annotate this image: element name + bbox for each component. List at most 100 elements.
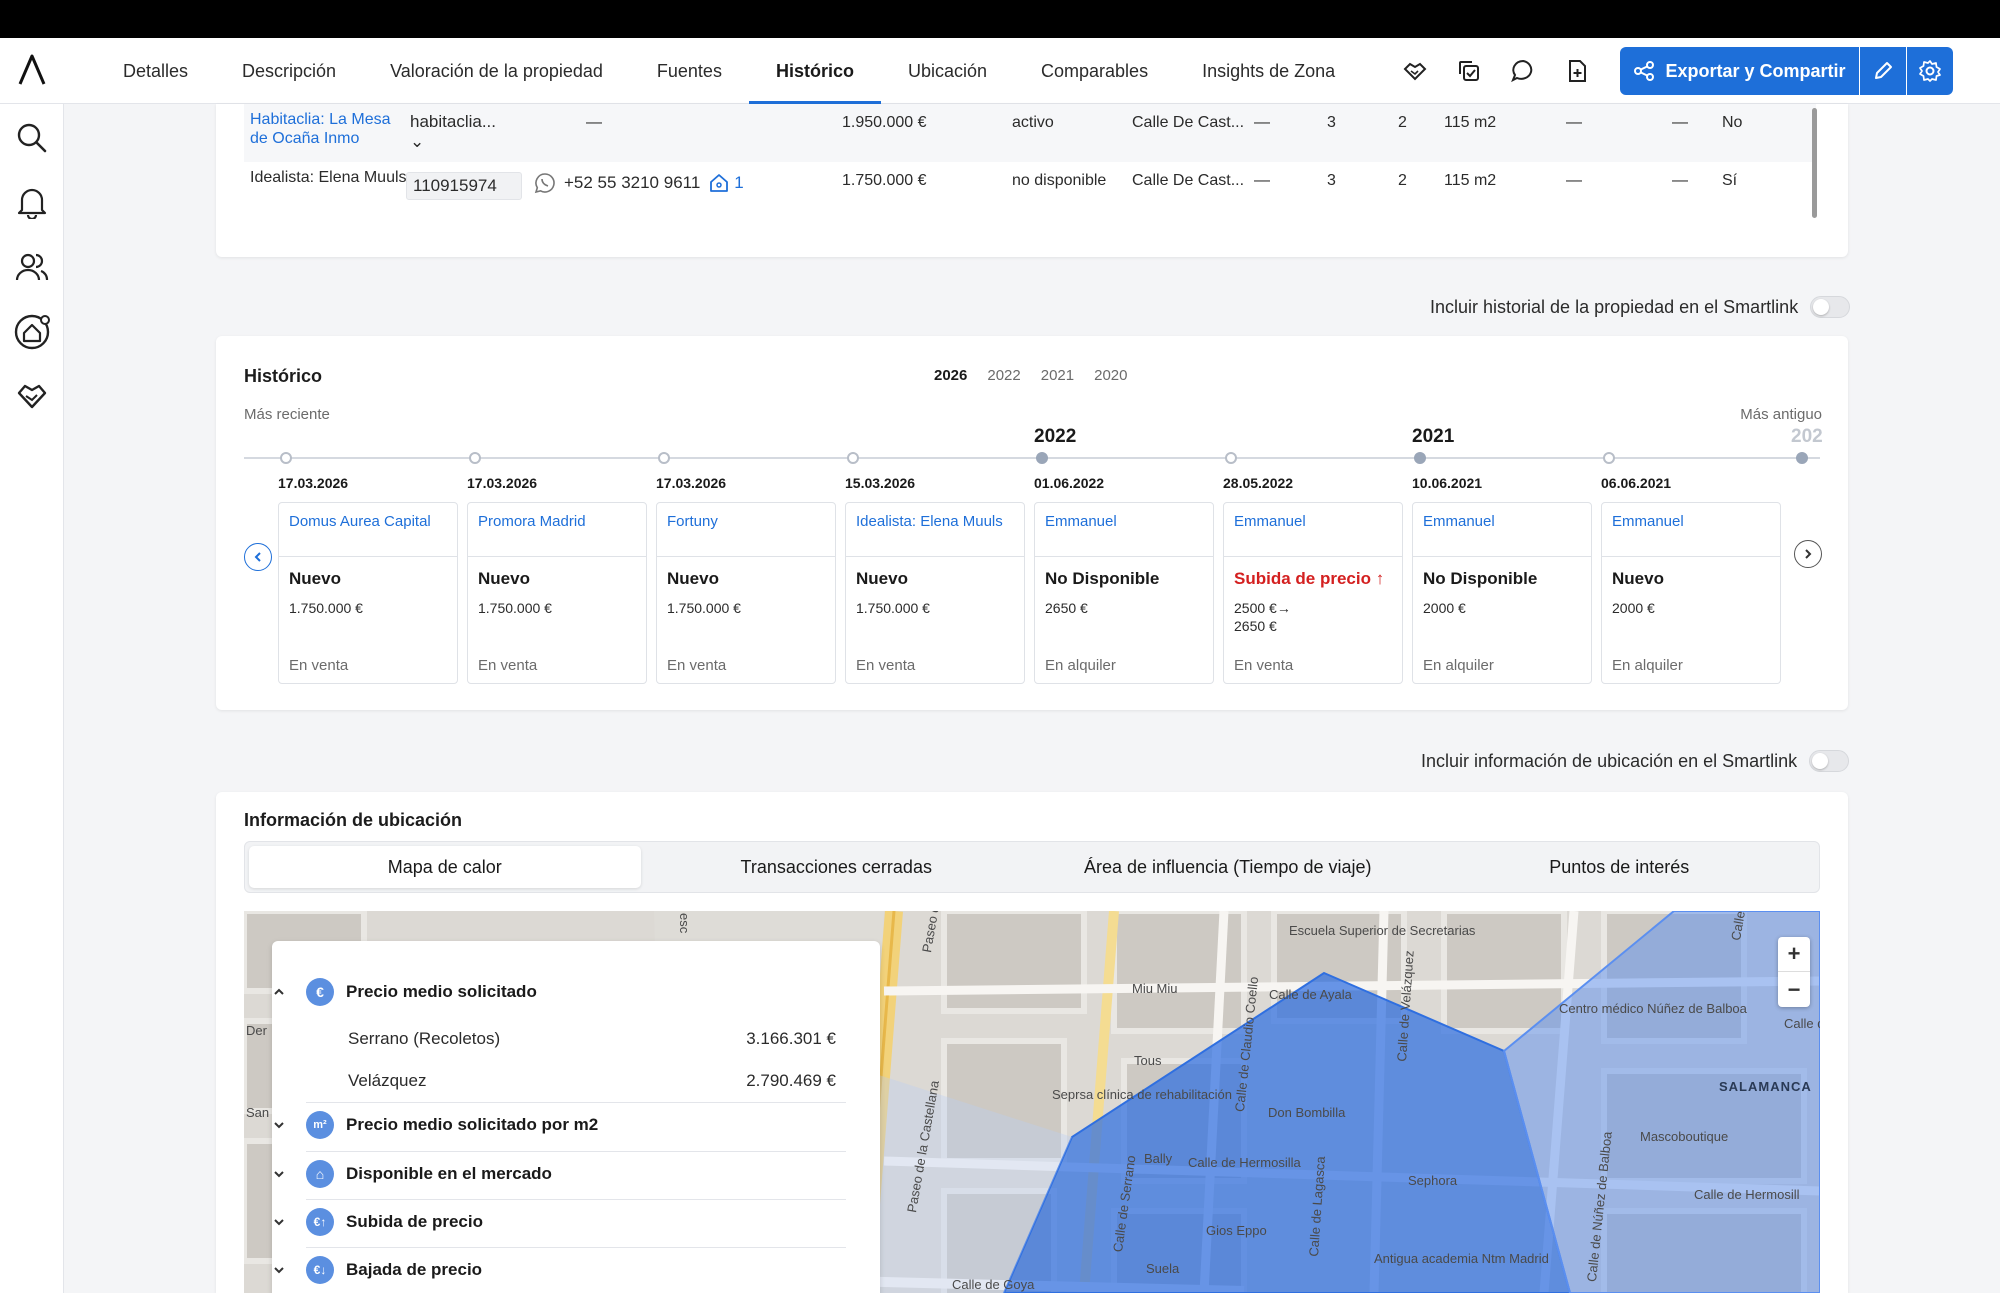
history-event-card[interactable]: Fortuny Nuevo 1.750.000 € En venta (656, 502, 836, 684)
euro-down-icon: €↓ (306, 1256, 334, 1284)
price-decrease-section-header[interactable]: €↓ Bajada de precio (306, 1256, 482, 1284)
whatsapp-icon[interactable] (534, 172, 556, 194)
event-price: 1.750.000 € (667, 599, 741, 617)
copy-check-icon[interactable] (1442, 54, 1496, 88)
divider (306, 1102, 846, 1103)
event-status: Nuevo (1612, 569, 1664, 588)
users-icon[interactable] (12, 247, 52, 287)
history-event-card[interactable]: Domus Aurea Capital Nuevo 1.750.000 € En ve… (278, 502, 458, 684)
event-source-link[interactable]: Fortuny (657, 503, 835, 557)
table-row[interactable]: Idealista: Elena Muuls 110915974 +52 55 … (244, 162, 1816, 224)
handshake-icon[interactable] (12, 376, 52, 416)
event-price-value: 1.750.000 € (856, 600, 930, 616)
linked-properties[interactable]: 1 (708, 172, 744, 194)
source-id-dropdown[interactable]: habitaclia... ⌄ (406, 110, 510, 151)
chevron-down-icon[interactable] (272, 1215, 286, 1229)
chevron-up-icon[interactable] (272, 985, 286, 999)
history-smartlink-toggle[interactable] (1810, 296, 1851, 318)
location-smartlink-toggle[interactable] (1809, 750, 1850, 772)
search-icon[interactable] (12, 118, 52, 158)
export-share-button[interactable]: Exportar y Compartir (1620, 47, 1859, 95)
map-zoom-controls: + − (1778, 937, 1810, 1007)
table-scrollbar[interactable] (1812, 108, 1817, 218)
chevron-down-icon[interactable] (272, 1118, 286, 1132)
map-label-street: esc (677, 913, 692, 934)
year-filter-option[interactable]: 2021 (1041, 367, 1074, 384)
chat-icon[interactable] (1496, 54, 1550, 88)
tab-ubicación[interactable]: Ubicación (881, 38, 1014, 104)
tab-histórico[interactable]: Histórico (748, 38, 881, 104)
event-source-link[interactable]: Emmanuel (1602, 503, 1780, 557)
history-event-card[interactable]: Emmanuel Nuevo 2000 € En alquiler (1601, 502, 1781, 684)
left-sidebar (0, 104, 64, 1293)
event-price-value: 2000 € (1423, 600, 1466, 616)
home-icon (710, 174, 729, 192)
dash-cell: — (1566, 114, 1582, 131)
event-date: 01.06.2022 (1034, 475, 1105, 491)
toolbar-icons (1388, 54, 1604, 88)
map-label-street: Calle d (1784, 1016, 1820, 1031)
bell-icon[interactable] (12, 182, 52, 222)
tab-valoración-de-la-propiedad[interactable]: Valoración de la propiedad (363, 38, 630, 104)
pencil-icon (1875, 62, 1892, 79)
timeline-next-button[interactable] (1794, 540, 1822, 568)
map-label-street: Der (246, 1023, 267, 1038)
file-add-icon[interactable] (1550, 54, 1604, 88)
table-row[interactable]: Habitaclia: La Mesa de Ocaña Inmo habita… (244, 104, 1816, 162)
dash-cell: — (1254, 114, 1270, 131)
history-event-card[interactable]: Promora Madrid Nuevo 1.750.000 € En venta (467, 502, 647, 684)
avg-price-section-header[interactable]: € Precio medio solicitado (306, 978, 537, 1006)
event-source-link[interactable]: Emmanuel (1224, 503, 1402, 557)
history-event-card[interactable]: Emmanuel No Disponible 2650 € En alquiler (1034, 502, 1214, 684)
source-name-link[interactable]: Habitaclia: La Mesa de Ocaña Inmo (250, 110, 410, 148)
heat-map[interactable]: Escuela Superior de Secretarias Miu Miu … (244, 911, 1820, 1293)
history-event-card[interactable]: Idealista: Elena Muuls Nuevo 1.750.000 € En… (845, 502, 1025, 684)
event-mode: En alquiler (1423, 657, 1494, 674)
chevron-down-icon[interactable] (272, 1167, 286, 1181)
tab-fuentes[interactable]: Fuentes (630, 38, 749, 104)
event-source-link[interactable]: Emmanuel (1035, 503, 1213, 557)
event-status: Subida de precio ↑ (1234, 569, 1385, 588)
app-logo-icon[interactable] (14, 52, 50, 88)
event-source-link[interactable]: Domus Aurea Capital (279, 503, 457, 557)
event-source-link[interactable]: Promora Madrid (468, 503, 646, 557)
location-tab[interactable]: Puntos de interés (1424, 846, 1816, 888)
phone-contact[interactable]: +52 55 3210 9611 1 (534, 172, 744, 194)
address-cell: Calle De Cast... (1132, 114, 1245, 131)
location-tab[interactable]: Área de influencia (Tiempo de viaje) (1032, 846, 1424, 888)
year-filter-option[interactable]: 2026 (934, 367, 967, 384)
year-filter-option[interactable]: 2022 (987, 367, 1020, 384)
edit-button[interactable] (1860, 47, 1906, 95)
dash-cell: — (1672, 114, 1688, 131)
event-date: 28.05.2022 (1223, 475, 1294, 491)
map-label-street: Calle de Hermosill (1694, 1187, 1800, 1202)
tab-descripción[interactable]: Descripción (215, 38, 363, 104)
zoom-in-button[interactable]: + (1778, 937, 1810, 972)
price-per-m2-section-header[interactable]: m² Precio medio solicitado por m2 (306, 1111, 598, 1139)
history-event-card[interactable]: Emmanuel No Disponible 2000 € En alquiler (1412, 502, 1592, 684)
history-event-card[interactable]: Emmanuel Subida de precio ↑ 2500 €→ 2650 € E… (1223, 502, 1403, 684)
tab-detalles[interactable]: Detalles (96, 38, 215, 104)
year-filter-option[interactable]: 2020 (1094, 367, 1127, 384)
divider (306, 1199, 846, 1200)
tab-comparables[interactable]: Comparables (1014, 38, 1175, 104)
event-source-link[interactable]: Idealista: Elena Muuls (846, 503, 1024, 557)
event-price: 1.750.000 € (856, 599, 930, 617)
settings-button[interactable] (1907, 47, 1953, 95)
location-tabs: Mapa de calor Transacciones cerradas Área … (244, 841, 1820, 893)
available-market-section-header[interactable]: ⌂ Disponible en el mercado (306, 1160, 552, 1188)
dropdown-value: habitaclia... (410, 112, 496, 131)
timeline-prev-button[interactable] (244, 543, 272, 571)
source-id-field[interactable]: 110915974 (406, 172, 522, 200)
tab-insights-de-zona[interactable]: Insights de Zona (1175, 38, 1362, 104)
home-target-icon[interactable] (12, 312, 52, 352)
timeline-dot (1225, 452, 1237, 464)
event-source-link[interactable]: Emmanuel (1413, 503, 1591, 557)
location-tab[interactable]: Transacciones cerradas (641, 846, 1033, 888)
event-status: Nuevo (667, 569, 719, 588)
chevron-down-icon[interactable] (272, 1263, 286, 1277)
zoom-out-button[interactable]: − (1778, 972, 1810, 1007)
location-tab[interactable]: Mapa de calor (249, 846, 641, 888)
price-increase-section-header[interactable]: €↑ Subida de precio (306, 1208, 483, 1236)
handshake-icon[interactable] (1388, 54, 1442, 88)
